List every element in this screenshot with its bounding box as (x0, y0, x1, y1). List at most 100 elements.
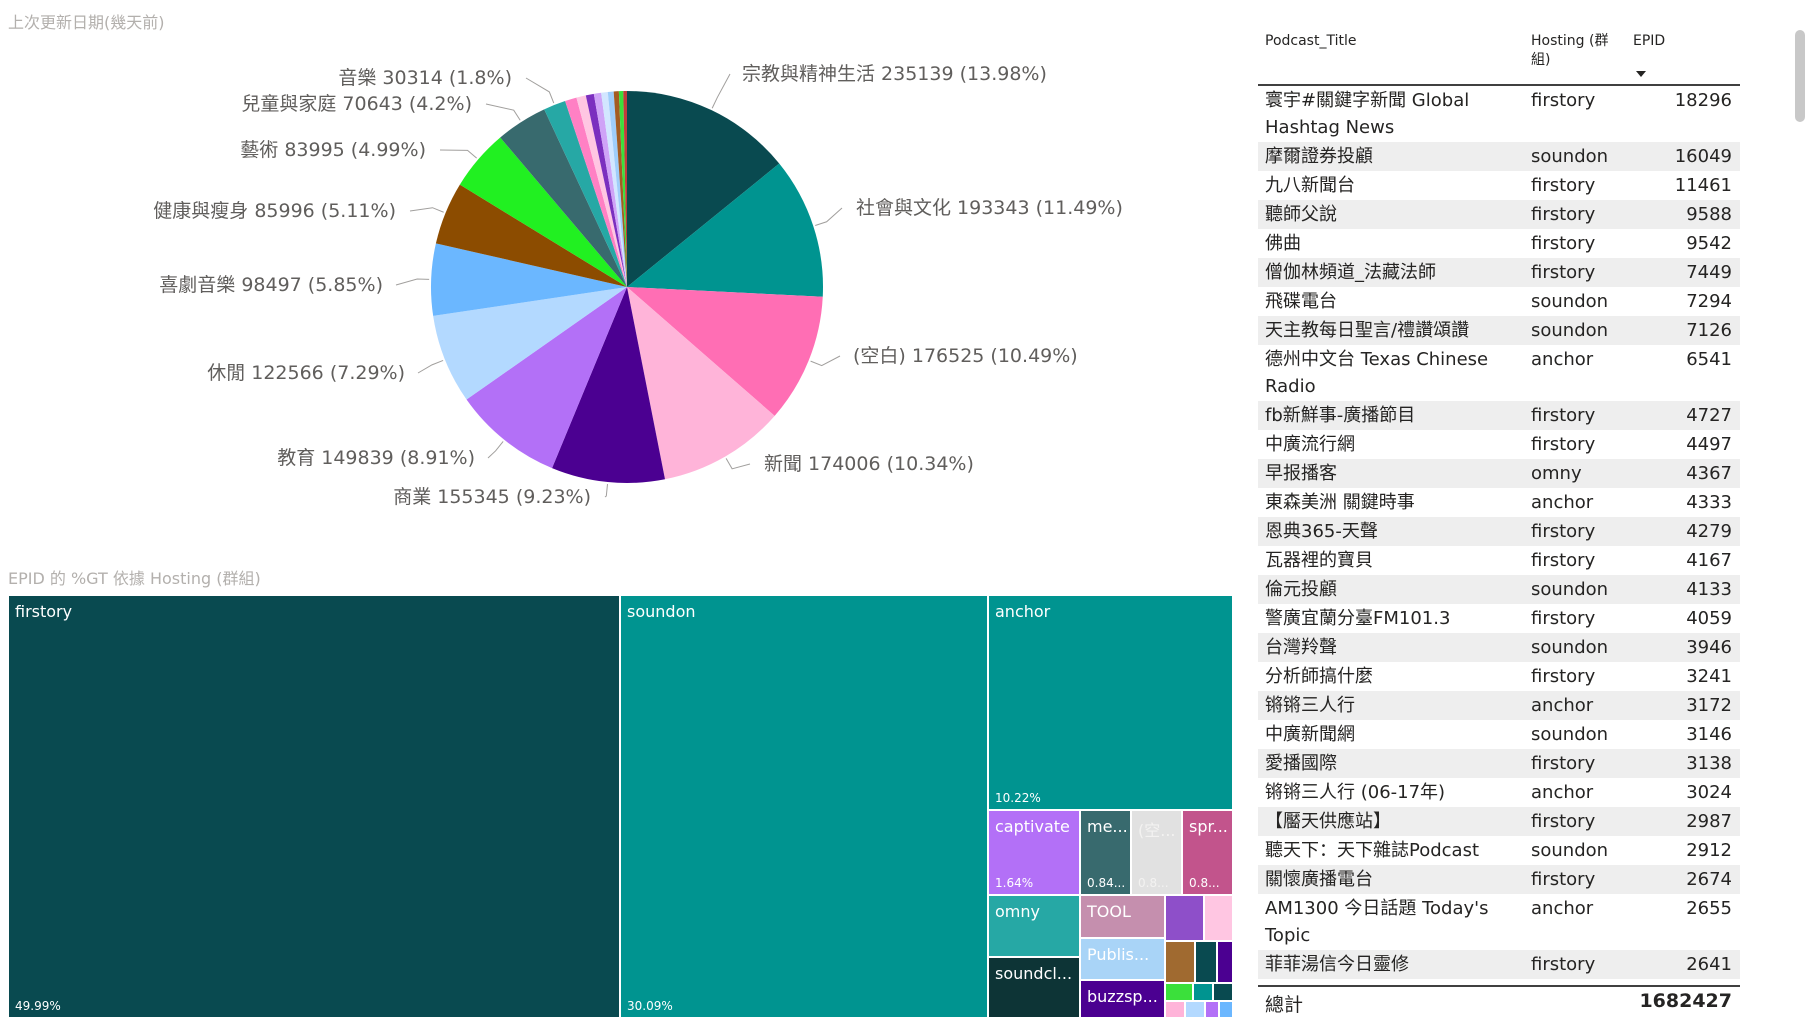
table-row[interactable]: 寰宇#關鍵字新聞 Global Hashtag News firstory 1829… (1258, 86, 1740, 142)
table-row[interactable]: 【靨天供應站】 firstory 2987 (1258, 807, 1740, 836)
treemap-cell[interactable]: soundon 30.09% (620, 595, 988, 1018)
treemap-cell[interactable]: TOOL (1080, 895, 1165, 938)
cell-epid: 6541 (1686, 349, 1732, 370)
treemap-cell[interactable] (1217, 941, 1233, 983)
table-row[interactable]: 愛播國際 firstory 3138 (1258, 749, 1740, 778)
scrollbar-thumb[interactable] (1795, 30, 1805, 122)
pie-leader-line (815, 207, 843, 226)
treemap-cell[interactable]: buzzsp... (1080, 980, 1165, 1018)
treemap-cell[interactable] (1165, 895, 1204, 941)
table-row[interactable]: 飛碟電台 soundon 7294 (1258, 287, 1740, 316)
cell-podcast-title: 愛播國際 (1265, 753, 1337, 774)
cell-podcast-title: 聽天下：天下雜誌Podcast (1265, 840, 1480, 861)
table-row[interactable]: 摩爾證券投顧 soundon 16049 (1258, 142, 1740, 171)
column-header-epid[interactable]: EPID (1633, 32, 1665, 51)
cell-hosting: omny (1531, 463, 1582, 484)
treemap-cell[interactable]: anchor 10.22% (988, 595, 1233, 810)
treemap-cell[interactable] (1185, 1001, 1205, 1018)
column-header-podcast-title[interactable]: Podcast_Title (1265, 32, 1356, 51)
treemap-cell[interactable] (1193, 983, 1213, 1001)
pie-data-label: 藝術 83995 (4.99%) (240, 139, 426, 161)
table-row[interactable]: 倫元投顧 soundon 4133 (1258, 575, 1740, 604)
treemap-cell[interactable] (1205, 1001, 1219, 1018)
treemap-cell[interactable] (1195, 941, 1217, 983)
treemap-cell-label: me... (1087, 817, 1128, 836)
cell-hosting: soundon (1531, 637, 1609, 658)
cell-podcast-title: 僧伽林頻道_法藏法師 (1265, 262, 1436, 283)
cell-hosting: anchor (1531, 782, 1594, 803)
table-row[interactable]: 僧伽林頻道_法藏法師 firstory 7449 (1258, 258, 1740, 287)
sort-descending-icon[interactable] (1636, 71, 1646, 77)
column-header-hosting[interactable]: Hosting (群組) (1531, 32, 1621, 70)
cell-hosting: firstory (1531, 233, 1596, 254)
table-row[interactable]: 德州中文台 Texas Chinese Radio anchor 6541 (1258, 345, 1740, 401)
treemap-cell-label: captivate (995, 817, 1070, 836)
treemap-cell[interactable] (1165, 1001, 1185, 1018)
table-row[interactable]: 聽師父說 firstory 9588 (1258, 200, 1740, 229)
cell-podcast-title: 恩典365-天聲 (1265, 521, 1378, 542)
cell-hosting: anchor (1531, 349, 1594, 370)
treemap-cell[interactable] (1213, 983, 1233, 1001)
cell-epid: 11461 (1674, 175, 1732, 196)
treemap-cell[interactable]: Publis... (1080, 938, 1165, 980)
table-row[interactable]: 中廣流行網 firstory 4497 (1258, 430, 1740, 459)
cell-epid: 2987 (1686, 811, 1732, 832)
pie-data-label: 健康與瘦身 85996 (5.11%) (153, 200, 396, 222)
cell-epid: 2641 (1686, 954, 1732, 975)
table-row[interactable]: 锵锵三人行 (06-17年) anchor 3024 (1258, 778, 1740, 807)
treemap-cell[interactable] (1165, 983, 1193, 1001)
treemap-cell[interactable] (1219, 1001, 1233, 1018)
cell-podcast-title: 菲菲湯信今日靈修 (1265, 954, 1409, 975)
table-row[interactable]: 警廣宜蘭分臺FM101.3 firstory 4059 (1258, 604, 1740, 633)
table-row[interactable]: 天主教每日聖言/禮讚頌讚 soundon 7126 (1258, 316, 1740, 345)
treemap-cell[interactable]: me... 0.84... (1080, 810, 1131, 895)
pie-data-label: 喜劇音樂 98497 (5.85%) (159, 274, 383, 296)
table-row[interactable]: 早报播客 omny 4367 (1258, 459, 1740, 488)
cell-hosting: firstory (1531, 521, 1596, 542)
cell-epid: 7449 (1686, 262, 1732, 283)
table-row[interactable]: fb新鮮事-廣播節目 firstory 4727 (1258, 401, 1740, 430)
pie-leader-line (525, 77, 555, 104)
cell-hosting: firstory (1531, 608, 1596, 629)
table-row[interactable]: 瓦器裡的寶貝 firstory 4167 (1258, 546, 1740, 575)
cell-hosting: firstory (1531, 405, 1596, 426)
table-row[interactable]: 九八新聞台 firstory 11461 (1258, 171, 1740, 200)
pie-leader-line (417, 359, 444, 374)
treemap-cell[interactable]: omny (988, 895, 1080, 957)
table-row[interactable]: 台灣羚聲 soundon 3946 (1258, 633, 1740, 662)
table-row[interactable]: 锵锵三人行 anchor 3172 (1258, 691, 1740, 720)
treemap-cell-label: soundcl... (995, 964, 1073, 983)
treemap-cell[interactable]: captivate 1.64% (988, 810, 1080, 895)
total-value: 1682427 (1639, 990, 1732, 1012)
pie-data-label: 休閒 122566 (7.29%) (207, 362, 405, 384)
treemap-cell[interactable]: soundcl... (988, 957, 1080, 1018)
treemap-cell[interactable] (1165, 941, 1195, 983)
table-row[interactable]: 菲菲湯信今日靈修 firstory 2641 (1258, 950, 1740, 979)
table-row[interactable]: 分析師搞什麼 firstory 3241 (1258, 662, 1740, 691)
treemap-cell-label: anchor (995, 602, 1051, 621)
table-row[interactable]: 中廣新聞網 soundon 3146 (1258, 720, 1740, 749)
treemap-cell[interactable]: (空... 0.8... (1131, 810, 1182, 895)
cell-podcast-title: 飛碟電台 (1265, 291, 1337, 312)
table-body[interactable]: 寰宇#關鍵字新聞 Global Hashtag News firstory 1829… (1258, 86, 1740, 984)
table-row[interactable]: AM1300 今日話題 Today's Topic anchor 2655 (1258, 894, 1740, 950)
table-row[interactable]: 恩典365-天聲 firstory 4279 (1258, 517, 1740, 546)
cell-hosting: firstory (1531, 175, 1596, 196)
cell-epid: 7126 (1686, 320, 1732, 341)
treemap-cell-percent: 49.99% (15, 999, 61, 1013)
treemap-cell[interactable]: firstory 49.99% (8, 595, 620, 1018)
cell-podcast-title: 九八新聞台 (1265, 175, 1355, 196)
treemap-cell[interactable]: spr... 0.8... (1182, 810, 1233, 895)
pie-chart: 宗教與精神生活 235139 (13.98%) 社會與文化 193343 (11.… (153, 63, 1123, 508)
table-row[interactable]: 聽天下：天下雜誌Podcast soundon 2912 (1258, 836, 1740, 865)
table-row[interactable]: 關懷廣播電台 firstory 2674 (1258, 865, 1740, 894)
table-row[interactable]: 佛曲 firstory 9542 (1258, 229, 1740, 258)
table-row[interactable]: 東森美洲 關鍵時事 anchor 4333 (1258, 488, 1740, 517)
cell-hosting: firstory (1531, 262, 1596, 283)
treemap-cell[interactable] (1204, 895, 1233, 941)
pie-data-label: 商業 155345 (9.23%) (393, 486, 591, 508)
cell-hosting: soundon (1531, 146, 1609, 167)
cell-hosting: anchor (1531, 898, 1594, 919)
cell-podcast-title: 德州中文台 Texas Chinese Radio (1265, 349, 1489, 397)
treemap-cell-label: omny (995, 902, 1040, 921)
